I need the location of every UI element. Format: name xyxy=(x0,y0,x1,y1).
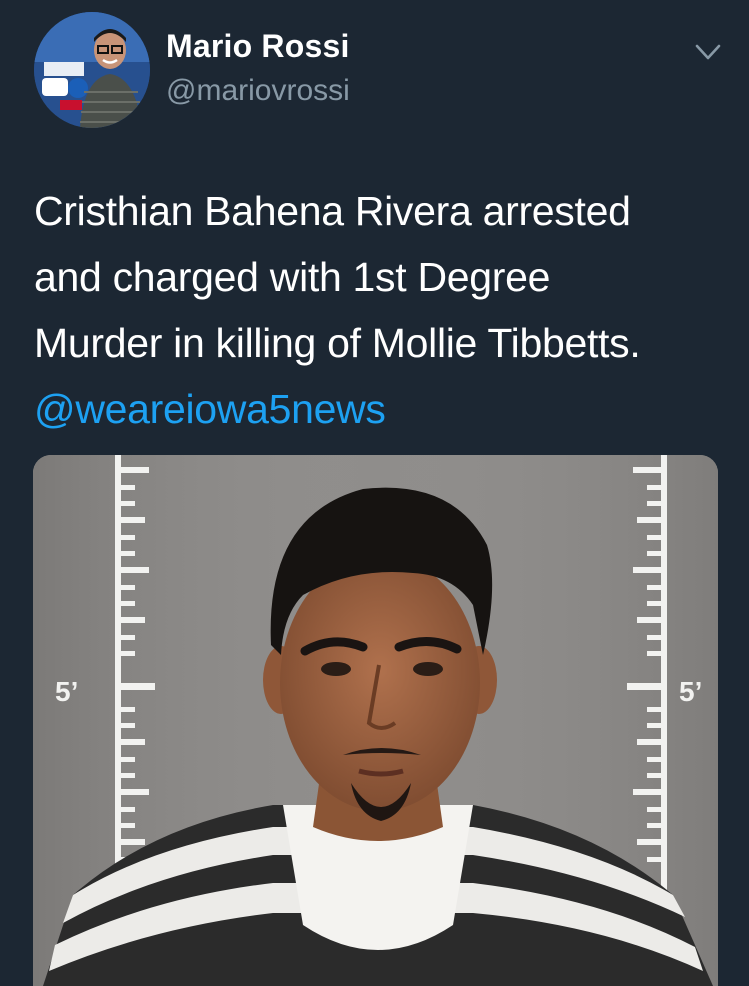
author-display-name[interactable]: Mario Rossi xyxy=(166,28,350,65)
tweet-card: Mario Rossi @mariovrossi Cristhian Bahen… xyxy=(0,0,749,986)
tweet-text: Cristhian Bahena Rivera arrested and cha… xyxy=(34,178,724,376)
tweet-text-line: Murder in killing of Mollie Tibbetts. xyxy=(34,320,641,366)
author-avatar[interactable] xyxy=(34,12,150,128)
height-marker-left: 5’ xyxy=(55,676,78,707)
height-marker-right: 5’ xyxy=(679,676,702,707)
chevron-down-icon[interactable] xyxy=(690,36,726,68)
tweet-photo[interactable]: 5’ 5’ xyxy=(33,455,718,986)
mention-link[interactable]: @weareiowa5news xyxy=(34,376,386,442)
mugshot-image: 5’ 5’ xyxy=(33,455,718,986)
author-handle[interactable]: @mariovrossi xyxy=(166,74,350,108)
avatar-image xyxy=(34,12,150,128)
tweet-text-line: Cristhian Bahena Rivera arrested xyxy=(34,188,631,234)
tweet-text-line: and charged with 1st Degree xyxy=(34,254,551,300)
